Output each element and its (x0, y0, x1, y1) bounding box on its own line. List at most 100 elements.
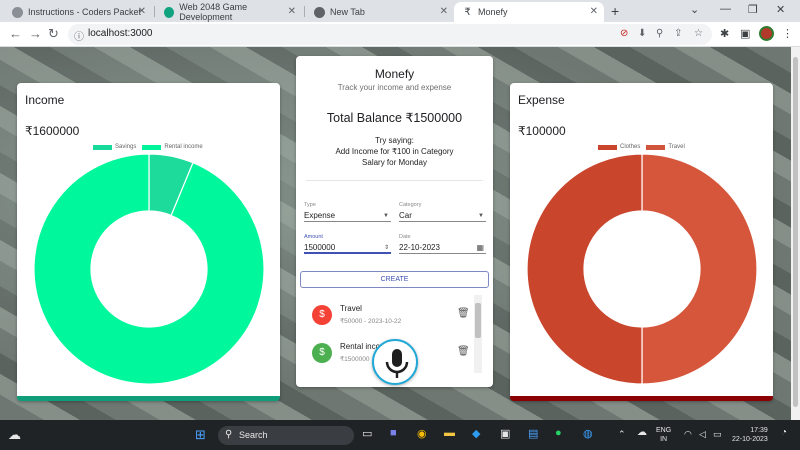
chrome-icon (314, 6, 325, 18)
dropdown-arrow-icon: ▼ (383, 213, 389, 219)
date-label: Date (399, 234, 411, 240)
total-balance: Total Balance ₹1500000 (326, 111, 463, 125)
extensions-icon[interactable]: ✱ (720, 27, 729, 40)
reload-icon[interactable]: ↻ (48, 26, 59, 42)
vscode-icon[interactable]: ◆ (472, 427, 480, 440)
donut-slice-clothes[interactable] (641, 153, 758, 385)
search-label: Search (239, 430, 268, 440)
tab-web-2048[interactable]: Web 2048 Game Development ✕ (156, 2, 302, 22)
chrome-taskbar-icon[interactable]: ◉ (417, 427, 427, 440)
delete-icon[interactable]: 🗑 (457, 308, 470, 319)
date-input[interactable]: 22-10-2023 ▦ (399, 242, 486, 254)
legend-label: Travel (668, 144, 685, 150)
voice-hint: Try saying: Add Income for ₹100 in Categ… (296, 135, 493, 168)
category-select[interactable]: Category Car ▼ (399, 202, 486, 222)
tab-instructions[interactable]: Instructions - Coders Packet ✕ (4, 2, 152, 22)
battery-icon[interactable]: ▭ (713, 429, 722, 440)
type-value-text: Expense (304, 211, 336, 220)
profile-avatar[interactable] (759, 26, 774, 41)
tab-title: Instructions - Coders Packet (28, 7, 142, 17)
expense-title: Expense (518, 93, 565, 107)
tab-monefy[interactable]: ₹ Monefy ✕ (454, 2, 604, 22)
type-value[interactable]: Expense ▼ (304, 210, 391, 222)
create-button[interactable]: CREATE (300, 271, 489, 288)
start-icon[interactable]: ⊞ (195, 427, 206, 443)
voice-mic-button[interactable] (372, 339, 418, 385)
list-scrollbar[interactable] (474, 295, 482, 373)
transaction-name: Travel (340, 304, 362, 313)
list-item[interactable]: $ Travel ₹50000 - 2023-10-22 🗑 (300, 297, 470, 331)
close-window-icon[interactable]: ✕ (776, 3, 785, 16)
new-tab-icon[interactable]: + (611, 3, 619, 19)
install-icon[interactable]: ⬇ (638, 28, 646, 39)
income-total: ₹1600000 (25, 124, 80, 138)
amount-field[interactable]: Amount 1500000 ⇕ (304, 234, 391, 254)
tab-new-tab[interactable]: New Tab ✕ (306, 2, 454, 22)
address-bar[interactable]: ⓘ localhost:3000 ⊘ ⬇ ⚲ ⇪ ☆ (68, 24, 712, 45)
restore-icon[interactable]: ❐ (748, 3, 758, 16)
clock-time: 17:39 (750, 427, 768, 434)
close-icon[interactable]: ✕ (440, 6, 448, 17)
zoom-icon[interactable]: ⚲ (656, 28, 663, 39)
forward-icon[interactable]: → (29, 26, 42, 41)
close-icon[interactable]: ✕ (288, 6, 296, 17)
minimize-icon[interactable]: — (720, 3, 731, 15)
chatgpt-icon (164, 6, 175, 18)
money-off-icon: $ (312, 305, 332, 325)
expense-legend: Clothes Travel (598, 144, 685, 150)
tab-separator (304, 6, 305, 17)
list-scroll-thumb[interactable] (475, 303, 481, 338)
globe-icon (12, 6, 23, 18)
wifi-icon[interactable]: ◠ (684, 429, 692, 440)
legend-swatch (142, 144, 162, 150)
tab-search-chevron-icon[interactable]: ⌄ (690, 3, 699, 16)
legend-swatch (93, 144, 112, 150)
file-explorer-icon[interactable]: ▬ (444, 427, 455, 439)
side-panel-icon[interactable]: ▣ (740, 27, 750, 40)
amount-label: Amount (304, 234, 323, 240)
page-scroll-thumb[interactable] (793, 57, 798, 407)
type-select[interactable]: Type Expense ▼ (304, 202, 391, 222)
share-icon[interactable]: ⇪ (674, 28, 682, 39)
meet-icon[interactable]: ■ (390, 427, 397, 439)
calendar-icon[interactable]: ▦ (476, 242, 484, 254)
notepad-icon[interactable]: ▤ (528, 427, 538, 440)
onedrive-icon[interactable]: ☁ (637, 427, 647, 438)
expense-donut-chart (526, 153, 758, 385)
clock[interactable]: 17:39 22-10-2023 (732, 426, 768, 444)
site-info-icon[interactable]: ⓘ (74, 28, 84, 43)
volume-icon[interactable]: ◁ (699, 429, 706, 440)
app-subtitle: Track your income and expense (337, 83, 452, 92)
whatsapp-icon[interactable]: ● (555, 427, 562, 439)
browser-globe-icon[interactable]: ◍ (583, 427, 593, 440)
notifications-icon[interactable]: ◔ (781, 427, 787, 438)
category-value[interactable]: Car ▼ (399, 210, 486, 222)
tray-chevron-icon[interactable]: ⌃ (618, 429, 626, 440)
task-view-icon[interactable]: ▭ (362, 427, 372, 440)
delete-icon[interactable]: 🗑 (457, 346, 470, 357)
close-icon[interactable]: ✕ (590, 6, 598, 17)
bookmark-star-icon[interactable]: ☆ (694, 28, 703, 39)
blocked-icon[interactable]: ⊘ (620, 28, 628, 39)
taskbar-search[interactable]: ⚲ Search (218, 426, 354, 445)
stepper-icon[interactable]: ⇕ (384, 242, 389, 254)
money-icon: $ (312, 343, 332, 363)
donut-slice-travel[interactable] (526, 153, 643, 385)
amount-input[interactable]: 1500000 ⇕ (304, 242, 391, 254)
income-title: Income (25, 93, 65, 107)
donut-slice-rental-income[interactable] (33, 153, 265, 385)
weather-icon[interactable]: ☁ (8, 427, 21, 443)
back-icon[interactable]: ← (9, 26, 22, 41)
transaction-meta: ₹1500000 (340, 356, 370, 363)
menu-icon[interactable]: ⋮ (782, 27, 793, 40)
page-scrollbar[interactable] (791, 47, 800, 420)
tab-title: Monefy (478, 7, 508, 17)
language-indicator[interactable]: ENG IN (656, 426, 671, 444)
dropdown-arrow-icon: ▼ (478, 213, 484, 219)
income-donut-chart (33, 153, 265, 385)
terminal-icon[interactable]: ▣ (500, 427, 510, 440)
close-icon[interactable]: ✕ (138, 6, 146, 17)
date-field[interactable]: Date 22-10-2023 ▦ (399, 234, 486, 254)
url-text[interactable]: localhost:3000 (88, 28, 153, 39)
tab-separator (154, 6, 155, 17)
